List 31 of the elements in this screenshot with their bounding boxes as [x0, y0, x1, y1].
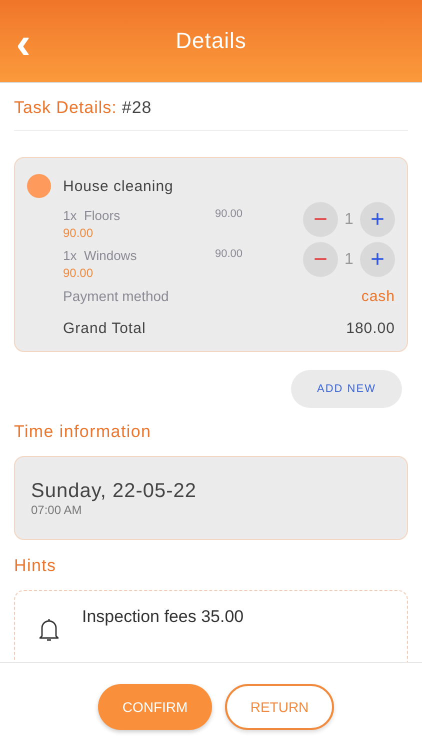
item-count: 1 — [344, 250, 354, 268]
decrease-button[interactable]: − — [303, 242, 338, 277]
item-price: 90.00 — [215, 248, 244, 260]
confirm-button[interactable]: CONFIRM — [98, 684, 212, 730]
total-value: 180.00 — [346, 320, 395, 337]
bell-icon — [37, 617, 61, 643]
decrease-button[interactable]: − — [303, 202, 338, 237]
time-card[interactable]: Sunday, 22-05-22 07:00 AM — [14, 456, 408, 540]
hint-title: Inspection fees 35.00 — [82, 607, 244, 627]
increase-button[interactable]: + — [360, 242, 395, 277]
add-new-button[interactable]: ADD NEW — [291, 370, 402, 408]
task-number: #28 — [122, 98, 152, 117]
service-name: House cleaning — [63, 178, 174, 194]
payment-label: Payment method — [63, 288, 169, 305]
section-label: Task Details: — [14, 98, 117, 117]
item-total: 90.00 — [63, 266, 94, 280]
section-heading: Time information — [14, 422, 152, 442]
payment-value: cash — [361, 288, 395, 305]
date-text: Sunday, 22-05-22 — [31, 480, 198, 502]
back-button[interactable]: ‹ — [8, 24, 39, 64]
return-button[interactable]: RETURN — [225, 684, 334, 730]
item-name: 1x Floors — [63, 208, 122, 223]
total-label: Grand Total — [63, 320, 146, 337]
page-title: Details — [176, 28, 246, 54]
section-heading: Hints — [14, 556, 58, 576]
item-total: 90.00 — [63, 226, 94, 240]
item-name: 1x Windows — [63, 248, 138, 263]
item-price: 90.00 — [215, 208, 244, 220]
increase-button[interactable]: + — [360, 202, 395, 237]
item-count: 1 — [344, 210, 354, 228]
time-text: 07:00 AM — [31, 502, 83, 516]
